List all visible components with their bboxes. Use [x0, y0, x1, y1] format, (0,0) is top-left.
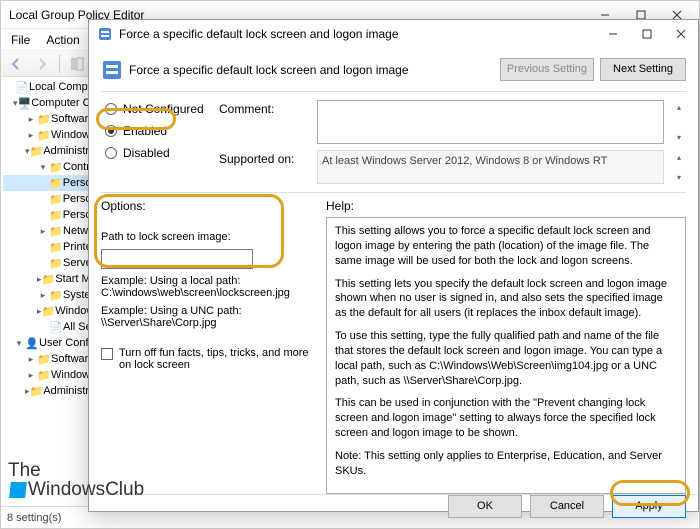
radio-disabled[interactable]: Disabled	[105, 146, 219, 160]
supported-scrollbar[interactable]: ▴▾	[672, 150, 686, 184]
dialog-button-row: OK Cancel Apply	[89, 494, 698, 518]
example-unc: Example: Using a UNC path: \\Server\Shar…	[101, 305, 316, 329]
radio-enabled[interactable]: Enabled	[105, 124, 219, 138]
dialog-title: Force a specific default lock screen and…	[119, 27, 596, 41]
path-label: Path to lock screen image:	[101, 231, 316, 243]
dialog-icon	[97, 26, 113, 42]
menu-action[interactable]: Action	[38, 31, 87, 49]
ok-button[interactable]: OK	[448, 495, 522, 518]
comment-scrollbar[interactable]: ▴▾	[672, 100, 686, 144]
dialog-maximize-button[interactable]	[630, 20, 664, 48]
cancel-button[interactable]: Cancel	[530, 495, 604, 518]
dialog-titlebar: Force a specific default lock screen and…	[89, 20, 698, 48]
help-panel: Help: This setting allows you to force a…	[326, 199, 686, 494]
turnoff-checkbox[interactable]: Turn off fun facts, tips, tricks, and mo…	[101, 347, 316, 371]
policy-dialog: Force a specific default lock screen and…	[88, 19, 699, 512]
options-panel: Options: Path to lock screen image: Exam…	[101, 199, 316, 494]
status-text: 8 setting(s)	[7, 512, 61, 524]
next-setting-button[interactable]: Next Setting	[600, 58, 686, 81]
back-icon[interactable]	[5, 53, 27, 75]
path-input[interactable]	[101, 249, 253, 269]
comment-label: Comment:	[219, 100, 309, 144]
help-title: Help:	[326, 199, 686, 217]
options-title: Options:	[101, 199, 316, 215]
setting-icon	[101, 59, 123, 81]
menu-file[interactable]: File	[3, 31, 38, 49]
apply-button[interactable]: Apply	[612, 495, 686, 518]
supported-text: At least Windows Server 2012, Windows 8 …	[317, 150, 664, 184]
help-text[interactable]: This setting allows you to force a speci…	[326, 217, 686, 494]
radio-not-configured[interactable]: Not Configured	[105, 102, 219, 116]
setting-name: Force a specific default lock screen and…	[129, 63, 494, 77]
previous-setting-button[interactable]: Previous Setting	[500, 58, 594, 81]
comment-textarea[interactable]	[317, 100, 664, 144]
supported-label: Supported on:	[219, 150, 309, 184]
dialog-close-button[interactable]	[664, 20, 698, 48]
example-local: Example: Using a local path: C:\windows\…	[101, 275, 316, 299]
show-hide-icon[interactable]	[66, 53, 88, 75]
watermark: The WindowsClub	[8, 461, 144, 499]
windows-logo-icon	[9, 482, 27, 498]
dialog-minimize-button[interactable]	[596, 20, 630, 48]
forward-icon[interactable]	[31, 53, 53, 75]
